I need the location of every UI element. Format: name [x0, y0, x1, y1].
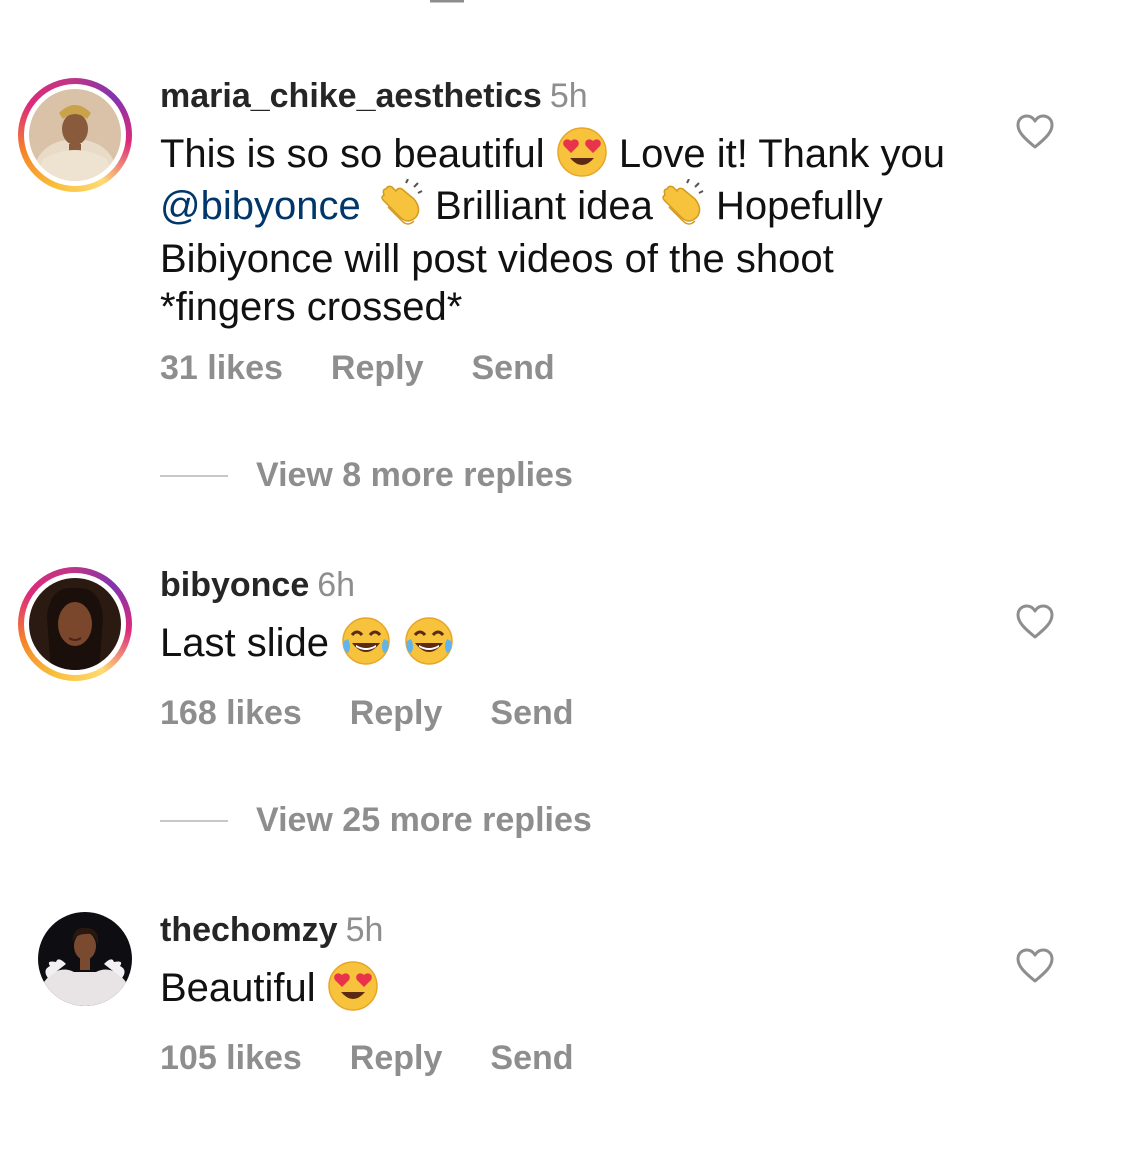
comment-text: This is so so beautiful Love it! Thank y… — [160, 127, 960, 331]
comment-text-part: Love it! Thank you — [618, 132, 946, 176]
avatar-story-ring[interactable] — [18, 78, 132, 192]
heart-eyes-emoji — [557, 127, 607, 178]
reply-button[interactable]: Reply — [350, 1039, 443, 1077]
comment-text: Beautiful — [160, 961, 960, 1016]
comment-text-part: Last slide — [160, 621, 329, 665]
comment-text: Last slide — [160, 617, 960, 671]
likes-count[interactable]: 168 likes — [160, 694, 302, 732]
avatar[interactable] — [29, 89, 121, 181]
heart-outline-icon[interactable] — [1016, 604, 1054, 640]
comment-text-part: Brilliant idea — [434, 184, 653, 229]
comment-text-part: Beautiful — [160, 966, 316, 1010]
comment-actions: 31 likes Reply Send — [160, 348, 603, 388]
send-button[interactable]: Send — [471, 349, 554, 387]
heart-eyes-emoji — [328, 961, 378, 1012]
view-replies-label[interactable]: View 8 more replies — [256, 456, 573, 494]
clapping-hands-emoji — [662, 178, 704, 225]
view-more-replies[interactable]: View 8 more replies — [160, 456, 573, 496]
divider-line — [160, 819, 228, 822]
username[interactable]: thechomzy — [160, 911, 338, 949]
heart-outline-icon[interactable] — [1016, 114, 1054, 150]
send-button[interactable]: Send — [490, 694, 573, 732]
avatar[interactable] — [29, 578, 121, 670]
comment-header: thechomzy 5h — [160, 910, 383, 950]
comment-actions: 168 likes Reply Send — [160, 693, 622, 733]
heart-outline-icon[interactable] — [1016, 948, 1054, 984]
comment-header: maria_chike_aesthetics 5h — [160, 76, 588, 116]
timestamp: 6h — [317, 566, 356, 604]
reply-button[interactable]: Reply — [350, 694, 443, 732]
tears-of-joy-emoji — [405, 617, 453, 666]
previous-comment-cutoff: — — [0, 0, 1125, 6]
mention-link[interactable]: @bibyonce — [160, 184, 361, 228]
timestamp: 5h — [549, 77, 588, 115]
avatar-story-ring[interactable] — [18, 567, 132, 681]
username[interactable]: bibyonce — [160, 566, 309, 604]
divider-line — [160, 474, 228, 477]
comment-actions: 105 likes Reply Send — [160, 1038, 622, 1078]
likes-count[interactable]: 31 likes — [160, 349, 283, 387]
view-more-replies[interactable]: View 25 more replies — [160, 801, 592, 841]
comment-text-part: This is so so beautiful — [160, 132, 545, 176]
username[interactable]: maria_chike_aesthetics — [160, 77, 542, 115]
tears-of-joy-emoji — [342, 617, 390, 666]
view-replies-label[interactable]: View 25 more replies — [256, 801, 592, 839]
reply-button[interactable]: Reply — [331, 349, 424, 387]
avatar-no-ring[interactable] — [18, 912, 132, 1026]
clapping-hands-emoji — [381, 178, 423, 225]
likes-count[interactable]: 105 likes — [160, 1039, 302, 1077]
cutoff-text: — — [430, 0, 464, 6]
timestamp: 5h — [345, 911, 384, 949]
avatar[interactable] — [38, 912, 132, 1006]
send-button[interactable]: Send — [490, 1039, 573, 1077]
comment-header: bibyonce 6h — [160, 565, 355, 605]
